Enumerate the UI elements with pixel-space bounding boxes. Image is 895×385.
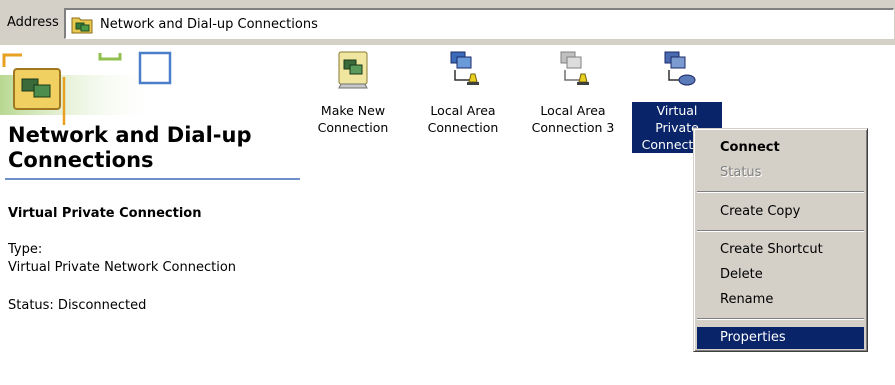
menu-item-connect[interactable]: Connect [697,137,864,159]
menu-item-delete[interactable]: Delete [697,264,864,286]
connection-label: Local Area Connection [427,103,499,135]
type-value: Virtual Private Network Connection [8,260,237,275]
network-folder-icon [71,17,93,34]
connection-label: Make New Connection [317,103,389,135]
address-value: Network and Dial-up Connections [100,17,318,32]
menu-item-status: Status [720,165,762,180]
menu-item-rename[interactable]: Rename [697,289,864,311]
lan-connection-icon [450,51,479,85]
address-label: Address [7,15,59,30]
menu-item-create-copy[interactable]: Create Copy [697,201,864,223]
status-text: Status: Disconnected [8,298,147,313]
context-menu: Connect Status Create Copy Create Shortc… [693,128,868,352]
type-label: Type: [8,242,43,257]
connection-item-make-new[interactable]: Make New Connection [308,50,398,136]
left-info-panel: Network and Dial-up Connections Virtual … [0,45,300,385]
connection-label: Local Area Connection 3 [531,103,615,135]
page-title: Network and Dial-up Connections [8,123,252,172]
menu-separator [697,318,864,320]
selected-item-name: Virtual Private Connection [8,206,202,221]
address-bar: Address Network and Dial-up Connections [0,0,895,45]
menu-separator [697,191,864,193]
vpn-connection-icon [664,51,696,86]
title-divider [5,178,300,180]
address-input[interactable]: Network and Dial-up Connections [64,8,894,39]
connection-item-lan-3[interactable]: Local Area Connection 3 [528,50,618,136]
connection-item-lan[interactable]: Local Area Connection [418,50,508,136]
menu-item-create-shortcut[interactable]: Create Shortcut [697,239,864,261]
header-art-graphic [0,51,172,125]
menu-item-properties[interactable]: Properties [697,327,864,349]
make-new-connection-icon [338,51,368,89]
menu-separator [697,230,864,232]
lan-connection-disabled-icon [560,51,589,85]
